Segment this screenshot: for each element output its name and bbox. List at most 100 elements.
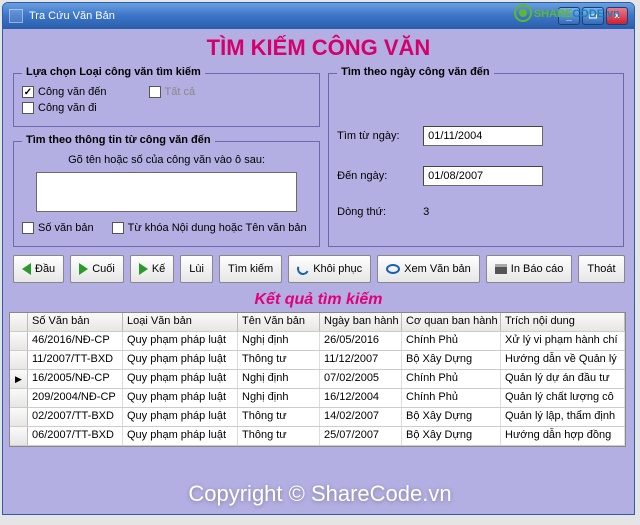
cell[interactable]: Hướng dẫn về Quản lý — [501, 351, 625, 369]
btn-label: Tìm kiếm — [228, 263, 273, 275]
print-button[interactable]: In Báo cáo — [486, 255, 573, 283]
cell[interactable]: 06/2007/TT-BXD — [28, 427, 123, 445]
cell[interactable]: Thông tư — [238, 408, 320, 426]
app-window: Tra Cứu Văn Bản _ ▭ × TÌM KIẾM CÔNG VĂN … — [2, 2, 635, 515]
gear-icon — [514, 4, 532, 22]
checkbox-so-van-ban[interactable]: Số văn bản — [22, 222, 94, 234]
cell[interactable]: Thông tư — [238, 351, 320, 369]
table-row[interactable]: 02/2007/TT-BXDQuy phạm pháp luậtThông tư… — [10, 408, 625, 427]
table-row[interactable]: ▶16/2005/NĐ-CPQuy phạm pháp luậtNghị địn… — [10, 370, 625, 389]
cell[interactable]: 46/2016/NĐ-CP — [28, 332, 123, 350]
window-title: Tra Cứu Văn Bản — [29, 10, 115, 22]
cell[interactable]: 16/2005/NĐ-CP — [28, 370, 123, 388]
cell[interactable]: Bộ Xây Dựng — [402, 408, 501, 426]
cell[interactable]: Chính Phủ — [402, 389, 501, 407]
btn-label: Đầu — [35, 263, 55, 275]
checkbox-label: Từ khóa Nội dung hoặc Tên văn bản — [128, 222, 307, 234]
prev-button[interactable]: Lùi — [180, 255, 213, 283]
cell[interactable]: 02/2007/TT-BXD — [28, 408, 123, 426]
checkbox-label: Số văn bản — [38, 222, 94, 234]
btn-label: Thoát — [587, 263, 615, 275]
cell[interactable]: Thông tư — [238, 427, 320, 445]
cell[interactable]: 25/07/2007 — [320, 427, 402, 445]
cell[interactable]: Quy phạm pháp luật — [123, 427, 238, 445]
empty-check-icon — [22, 102, 34, 114]
eye-icon — [386, 264, 400, 274]
next-button[interactable]: Kế — [130, 255, 174, 283]
label-from-date: Tìm từ ngày: — [337, 130, 417, 142]
cell[interactable]: Chính Phủ — [402, 332, 501, 350]
col-header[interactable]: Ngày ban hành — [320, 313, 402, 331]
btn-label: Xem Văn bản — [404, 263, 471, 275]
page-title: TÌM KIẾM CÔNG VĂN — [7, 35, 630, 61]
row-indicator — [10, 351, 28, 369]
checkbox-tu-khoa[interactable]: Từ khóa Nội dung hoặc Tên văn bản — [112, 222, 307, 234]
empty-check-icon — [112, 222, 124, 234]
search-input[interactable] — [36, 172, 297, 212]
group-thong-tin: Tìm theo thông tin từ công văn đến Gõ tê… — [13, 141, 320, 247]
col-header[interactable]: Trích nội dung — [501, 313, 625, 331]
first-icon — [22, 263, 31, 275]
col-header[interactable]: Số Văn bản — [28, 313, 123, 331]
cell[interactable]: 14/02/2007 — [320, 408, 402, 426]
row-indicator — [10, 332, 28, 350]
row-header-corner — [10, 313, 28, 331]
empty-check-icon — [149, 86, 161, 98]
cell[interactable]: 07/02/2005 — [320, 370, 402, 388]
first-button[interactable]: Đầu — [13, 255, 64, 283]
cell[interactable]: Chính Phủ — [402, 370, 501, 388]
watermark-logo: SHARECODE.vn — [514, 4, 620, 22]
cell[interactable]: Quy phạm pháp luật — [123, 351, 238, 369]
table-row[interactable]: 11/2007/TT-BXDQuy phạm pháp luậtThông tư… — [10, 351, 625, 370]
cell[interactable]: Quy phạm pháp luật — [123, 389, 238, 407]
btn-label: Kế — [152, 263, 165, 275]
search-button[interactable]: Tìm kiếm — [219, 255, 282, 283]
cell[interactable]: Quản lý chất lượng cô — [501, 389, 625, 407]
btn-label: Lùi — [189, 263, 204, 275]
group-ngay: Tìm theo ngày công văn đến Tìm từ ngày: … — [328, 73, 624, 247]
btn-label: In Báo cáo — [511, 263, 564, 275]
checkbox-cong-van-di[interactable]: Công văn đi — [22, 102, 97, 114]
cell[interactable]: Quy phạm pháp luật — [123, 370, 238, 388]
app-icon — [9, 9, 23, 23]
view-button[interactable]: Xem Văn bản — [377, 255, 480, 283]
cell[interactable]: 11/2007/TT-BXD — [28, 351, 123, 369]
from-date-input[interactable] — [423, 126, 543, 146]
cell[interactable]: Bộ Xây Dựng — [402, 427, 501, 445]
grid-header: Số Văn bản Loại Văn bản Tên Văn bản Ngày… — [10, 313, 625, 332]
cell[interactable]: Nghị định — [238, 370, 320, 388]
col-header[interactable]: Cơ quan ban hành — [402, 313, 501, 331]
cell[interactable]: Quản lý lập, thẩm định — [501, 408, 625, 426]
table-row[interactable]: 06/2007/TT-BXDQuy phạm pháp luậtThông tư… — [10, 427, 625, 446]
cell[interactable]: Quy phạm pháp luật — [123, 332, 238, 350]
checkbox-tat-ca[interactable]: Tất cả — [149, 86, 196, 98]
cell[interactable]: Nghị định — [238, 389, 320, 407]
cell[interactable]: Quy phạm pháp luật — [123, 408, 238, 426]
group-loai-cong-van: Lựa chọn Loại công văn tìm kiếm ✓ Công v… — [13, 73, 320, 127]
table-row[interactable]: 46/2016/NĐ-CPQuy phạm pháp luậtNghị định… — [10, 332, 625, 351]
results-grid[interactable]: Số Văn bản Loại Văn bản Tên Văn bản Ngày… — [9, 312, 626, 447]
cell[interactable]: Nghị định — [238, 332, 320, 350]
table-row[interactable]: 209/2004/NĐ-CPQuy phạm pháp luậtNghị địn… — [10, 389, 625, 408]
restore-button[interactable]: Khôi phục — [288, 255, 371, 283]
last-button[interactable]: Cuối — [70, 255, 124, 283]
cell[interactable]: Bộ Xây Dựng — [402, 351, 501, 369]
row-num-value: 3 — [423, 206, 429, 218]
cell[interactable]: 11/12/2007 — [320, 351, 402, 369]
toolbar: Đầu Cuối Kế Lùi Tìm kiếm Khôi phục Xem V… — [7, 247, 630, 291]
col-header[interactable]: Loại Văn bản — [123, 313, 238, 331]
cell[interactable]: Hướng dẫn hợp đồng — [501, 427, 625, 445]
exit-button[interactable]: Thoát — [578, 255, 624, 283]
cell[interactable]: 26/05/2016 — [320, 332, 402, 350]
cell[interactable]: 16/12/2004 — [320, 389, 402, 407]
cell[interactable]: Quản lý dự án đầu tư — [501, 370, 625, 388]
cell[interactable]: 209/2004/NĐ-CP — [28, 389, 123, 407]
row-indicator — [10, 427, 28, 445]
checkbox-cong-van-den[interactable]: ✓ Công văn đến — [22, 86, 107, 98]
checkbox-label: Tất cả — [165, 86, 196, 98]
brand-text-2: CODE — [572, 8, 604, 20]
cell[interactable]: Xử lý vi phạm hành chí — [501, 332, 625, 350]
to-date-input[interactable] — [423, 166, 543, 186]
row-indicator: ▶ — [10, 370, 28, 388]
col-header[interactable]: Tên Văn bản — [238, 313, 320, 331]
